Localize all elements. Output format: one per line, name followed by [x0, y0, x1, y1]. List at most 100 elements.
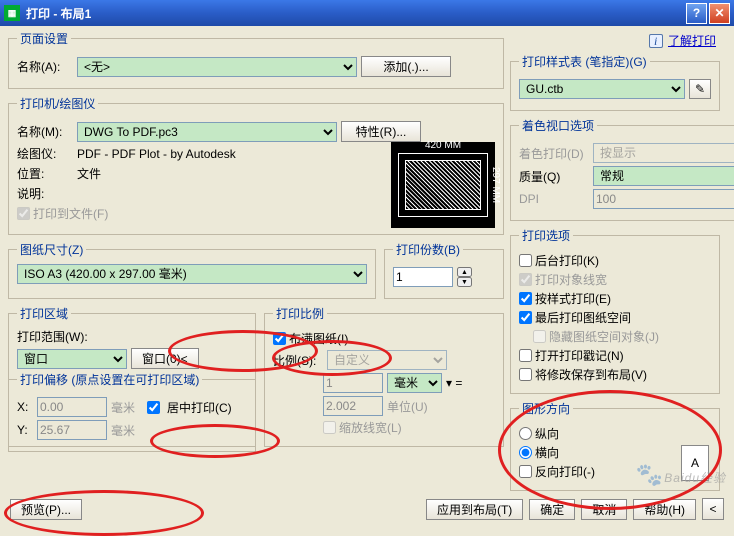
offset-y-unit: 毫米 [111, 422, 135, 439]
landscape-label: 横向 [535, 444, 559, 461]
print-to-file-label: 打印到文件(F) [33, 205, 108, 222]
background-print-label: 后台打印(K) [535, 252, 599, 269]
scale-ratio-label: 比例(S): [273, 352, 323, 369]
quality-select[interactable]: 常规 [593, 166, 734, 186]
offset-legend: 打印偏移 (原点设置在可打印区域) [17, 371, 202, 388]
expand-button[interactable]: < [702, 498, 724, 520]
copies-down[interactable]: ▼ [457, 277, 472, 287]
scale-num-input [323, 373, 383, 393]
lineweights-checkbox [519, 273, 532, 286]
paperspace-last-label: 最后打印图纸空间 [535, 309, 631, 326]
center-print-checkbox[interactable] [147, 401, 160, 414]
portrait-label: 纵向 [535, 425, 559, 442]
location-label: 位置: [17, 165, 73, 182]
ok-button[interactable]: 确定 [529, 499, 575, 520]
offset-group: 打印偏移 (原点设置在可打印区域) X: 毫米 居中打印(C) Y: 毫米 [8, 371, 256, 452]
copies-up[interactable]: ▲ [457, 267, 472, 277]
window-title: 打印 - 布局1 [26, 5, 684, 22]
offset-y-label: Y: [17, 423, 33, 437]
upside-down-label: 反向打印(-) [535, 463, 595, 480]
style-table-group: 打印样式表 (笔指定)(G) GU.ctb ✎ [510, 53, 720, 111]
page-setup-name-label: 名称(A): [17, 58, 73, 75]
scale-lineweights-label: 缩放线宽(L) [339, 419, 402, 436]
fit-to-paper-label: 布满图纸(I) [289, 330, 348, 347]
app-icon: ▦ [4, 5, 20, 21]
page-setup-group: 页面设置 名称(A): <无> 添加(.)... [8, 30, 504, 89]
paper-height-label: 297 MM [490, 154, 501, 216]
offset-y-input [37, 420, 107, 440]
shade-print-label: 着色打印(D) [519, 145, 589, 162]
copies-group: 打印份数(B) ▲▼ [384, 241, 504, 299]
upside-down-checkbox[interactable] [519, 465, 532, 478]
plotter-value: PDF - PDF Plot - by Autodesk [77, 147, 236, 161]
location-value: 文件 [77, 165, 101, 182]
printer-group: 打印机/绘图仪 名称(M): DWG To PDF.pc3 特性(R)... 绘… [8, 95, 504, 235]
viewport-legend: 着色视口选项 [519, 117, 597, 134]
scale-ratio-select: 自定义 [327, 350, 447, 370]
help-button[interactable]: 帮助(H) [633, 499, 696, 520]
titlebar-help-button[interactable]: ? [686, 3, 707, 24]
with-styles-checkbox[interactable] [519, 292, 532, 305]
page-setup-legend: 页面设置 [17, 30, 71, 47]
scale-group: 打印比例 布满图纸(I) 比例(S):自定义 毫米▾ = 单位(U) 缩放线宽(… [264, 305, 504, 447]
titlebar-close-button[interactable]: ✕ [709, 3, 730, 24]
fit-to-paper-checkbox[interactable] [273, 332, 286, 345]
center-print-label: 居中打印(C) [167, 399, 232, 416]
stamp-label: 打开打印戳记(N) [535, 347, 624, 364]
paper-size-group: 图纸尺寸(Z) ISO A3 (420.00 x 297.00 毫米) [8, 241, 376, 299]
landscape-radio[interactable] [519, 446, 532, 459]
info-line: i 了解打印 [510, 30, 720, 53]
printer-name-label: 名称(M): [17, 123, 73, 140]
plot-window-button[interactable]: 窗口(0)< [131, 348, 199, 369]
print-to-file-checkbox [17, 207, 30, 220]
paper-preview: 420 MM 297 MM [391, 142, 495, 228]
background-print-checkbox[interactable] [519, 254, 532, 267]
plot-area-legend: 打印区域 [17, 305, 71, 322]
scale-unit-select[interactable]: 毫米 [387, 373, 442, 393]
offset-x-input [37, 397, 107, 417]
options-group: 打印选项 后台打印(K) 打印对象线宽 按样式打印(E) 最后打印图纸空间 隐藏… [510, 227, 720, 394]
plotter-label: 绘图仪: [17, 145, 73, 162]
paper-width-label: 420 MM [399, 140, 487, 151]
save-changes-checkbox[interactable] [519, 368, 532, 381]
edit-style-button[interactable]: ✎ [689, 79, 711, 99]
pencil-icon: ✎ [695, 82, 705, 96]
printer-legend: 打印机/绘图仪 [17, 95, 98, 112]
paper-size-select[interactable]: ISO A3 (420.00 x 297.00 毫米) [17, 264, 367, 284]
scale-denom-input [323, 396, 383, 416]
apply-to-layout-button[interactable]: 应用到布局(T) [426, 499, 523, 520]
stamp-checkbox[interactable] [519, 349, 532, 362]
preview-button[interactable]: 预览(P)... [10, 499, 82, 520]
add-page-setup-button[interactable]: 添加(.)... [361, 56, 451, 77]
save-changes-label: 将修改保存到布局(V) [535, 366, 647, 383]
options-legend: 打印选项 [519, 227, 573, 244]
quality-label: 质量(Q) [519, 168, 589, 185]
scale-lineweights-checkbox [323, 421, 336, 434]
style-table-select[interactable]: GU.ctb [519, 79, 685, 99]
hide-paperspace-label: 隐藏图纸空间对象(J) [549, 328, 659, 345]
with-styles-label: 按样式打印(E) [535, 290, 611, 307]
hide-paperspace-checkbox [533, 330, 546, 343]
page-setup-name-select[interactable]: <无> [77, 57, 357, 77]
plot-range-select[interactable]: 窗口 [17, 349, 127, 369]
style-table-legend: 打印样式表 (笔指定)(G) [519, 53, 650, 70]
dpi-label: DPI [519, 192, 589, 206]
scale-denom-unit: 单位(U) [387, 398, 428, 415]
plot-range-label: 打印范围(W): [17, 328, 247, 345]
learn-more-link[interactable]: 了解打印 [668, 34, 716, 48]
portrait-radio[interactable] [519, 427, 532, 440]
copies-input[interactable] [393, 267, 453, 287]
dpi-input [593, 189, 734, 209]
scale-legend: 打印比例 [273, 305, 327, 322]
lineweights-label: 打印对象线宽 [535, 271, 607, 288]
info-icon[interactable]: i [649, 34, 663, 48]
description-label: 说明: [17, 185, 73, 202]
cancel-button[interactable]: 取消 [581, 499, 627, 520]
paperspace-last-checkbox[interactable] [519, 311, 532, 324]
printer-name-select[interactable]: DWG To PDF.pc3 [77, 122, 337, 142]
paper-size-legend: 图纸尺寸(Z) [17, 241, 86, 258]
printer-properties-button[interactable]: 特性(R)... [341, 121, 421, 142]
titlebar: ▦ 打印 - 布局1 ? ✕ [0, 0, 734, 26]
offset-x-unit: 毫米 [111, 399, 135, 416]
copies-legend: 打印份数(B) [393, 241, 463, 258]
